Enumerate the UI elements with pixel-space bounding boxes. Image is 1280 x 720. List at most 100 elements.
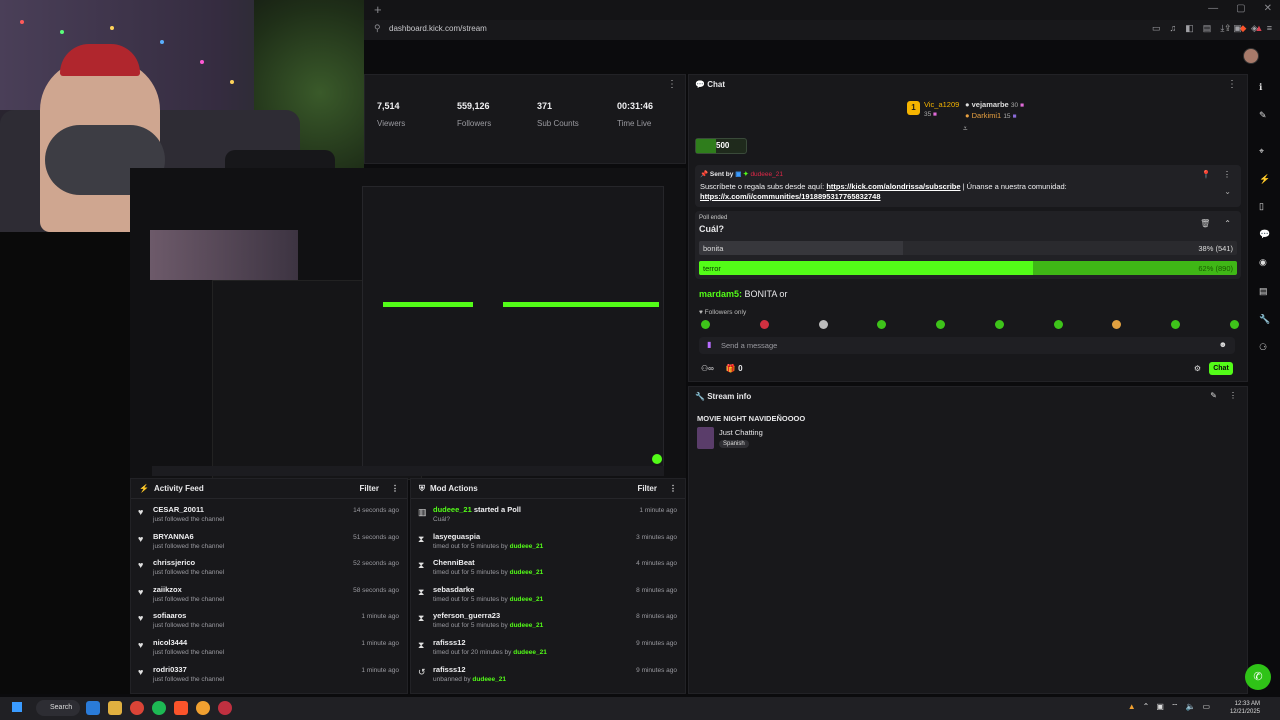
follower-name[interactable]: nicol3444 [153, 638, 187, 647]
emote-icon[interactable] [877, 320, 887, 329]
follower-name[interactable]: rodri0337 [153, 665, 187, 674]
menu-icon[interactable]: ≡ [1267, 23, 1272, 34]
chevron-down-icon[interactable]: ⌄ [1224, 187, 1231, 196]
more-icon[interactable]: ⋮ [1229, 391, 1237, 400]
pen-icon[interactable]: ✎ [1259, 110, 1267, 121]
emote-icon[interactable] [701, 320, 710, 329]
volume-icon[interactable]: 🔈 [1185, 702, 1195, 712]
tools-icon[interactable]: 🔧 [1259, 314, 1270, 325]
edit-icon[interactable]: ✎ [1210, 391, 1217, 400]
pinned-more-icon[interactable]: ⋮ [1223, 170, 1231, 179]
trash-icon[interactable]: 🗑 [1200, 219, 1210, 228]
chrome-icon[interactable] [130, 701, 144, 715]
stream-category[interactable]: Just Chatting [719, 428, 763, 437]
layout-icon[interactable]: ▤ [1259, 286, 1268, 297]
maximize-icon[interactable]: ▢ [1236, 3, 1245, 14]
new-tab-button[interactable]: + [374, 2, 382, 17]
chat-icon[interactable]: 💬 [1259, 229, 1270, 240]
user-avatar[interactable] [1243, 48, 1259, 64]
emote-icon[interactable] [936, 320, 946, 329]
tray-app-icon[interactable]: ▣ [1156, 702, 1164, 712]
battery-icon[interactable]: ▭ [1202, 702, 1210, 712]
follower-name[interactable]: BRYANNA6 [153, 532, 194, 541]
chat-fab-icon[interactable]: ✆ [1245, 664, 1271, 690]
unpin-icon[interactable]: 📍 [1201, 170, 1211, 179]
brave-icon[interactable] [174, 701, 188, 715]
emote-icon[interactable] [994, 320, 1004, 329]
reading-list-icon[interactable]: ▤ [1203, 23, 1212, 34]
mod-action-username[interactable]: dudeee_21 [433, 505, 472, 514]
mod-action-username[interactable]: lasyeguaspia [433, 532, 480, 541]
leaderboard-third[interactable]: ● Darkimi1 15 ■ [965, 111, 1017, 120]
emote-icon[interactable] [1112, 320, 1122, 329]
bolt-icon[interactable]: ⚡ [1259, 174, 1270, 185]
moderator-name[interactable]: dudeee_21 [510, 569, 544, 576]
media-icon[interactable]: ♫ [1170, 23, 1177, 34]
sub-goal-badge[interactable]: 500 [695, 138, 747, 154]
download-icon[interactable]: ⤓ [1220, 23, 1224, 34]
share-nodes-icon[interactable]: ⚆ [1259, 342, 1267, 353]
emote-icon[interactable] [818, 320, 828, 329]
follower-name[interactable]: zaiikzox [153, 585, 182, 594]
target-icon[interactable]: ⌖ [1259, 146, 1264, 157]
chat-send-button[interactable]: Chat [1209, 362, 1233, 375]
moderator-name[interactable]: dudeee_21 [510, 622, 544, 629]
minimize-icon[interactable]: — [1208, 3, 1218, 14]
mod-action-username[interactable]: ChenniBeat [433, 558, 475, 567]
subscribe-link[interactable]: https://kick.com/alondrissa/subscribe [826, 182, 960, 191]
site-info-icon[interactable]: ⚲ [374, 23, 381, 34]
moderator-name[interactable]: dudeee_21 [510, 596, 544, 603]
wifi-icon[interactable]: ⌔ [1171, 702, 1179, 712]
chat-username[interactable]: mardam5: [699, 289, 742, 299]
filter-button[interactable]: Filter [637, 484, 657, 493]
follower-name[interactable]: CESAR_20011 [153, 505, 204, 514]
mod-action-username[interactable]: sebasdarke [433, 585, 474, 594]
chevron-up-icon[interactable]: ⌃ [1224, 219, 1231, 228]
chevron-up-icon[interactable]: ⌃ [1143, 702, 1150, 712]
chat-input[interactable] [721, 339, 1201, 352]
moderator-name[interactable]: dudeee_21 [513, 649, 547, 656]
emote-icon[interactable] [759, 320, 769, 329]
mod-action-username[interactable]: yeferson_guerra23 [433, 611, 500, 620]
emote-icon[interactable] [1229, 320, 1239, 329]
mod-action-username[interactable]: rafisss12 [433, 665, 466, 674]
leaderboard-first[interactable]: Vic_a1209 [924, 100, 959, 109]
vpn-icon[interactable]: ◈ [1251, 23, 1258, 34]
close-window-icon[interactable]: ✕ [1264, 3, 1272, 14]
wallet-icon[interactable]: ▣ [1233, 23, 1242, 34]
sidebar-icon[interactable]: ◧ [1185, 23, 1194, 34]
url-text[interactable]: dashboard.kick.com/stream [389, 24, 487, 33]
file-explorer-icon[interactable] [108, 701, 122, 715]
stats-more-icon[interactable]: ⋮ [667, 79, 677, 90]
community-link[interactable]: https://x.com/i/communities/191889531776… [700, 192, 881, 201]
moderator-name[interactable]: dudeee_21 [472, 676, 506, 683]
taskbar-clock[interactable]: 12:33 AM 12/21/2025 [1230, 700, 1260, 716]
expand-leaderboard-icon[interactable]: ⩡ [963, 124, 968, 134]
info-icon[interactable]: ℹ [1259, 82, 1262, 93]
browser-app-icon[interactable] [196, 701, 210, 715]
emote-icon[interactable] [1171, 320, 1181, 329]
taskbar-search[interactable]: Search [36, 700, 80, 716]
filter-button[interactable]: Filter [359, 484, 379, 493]
phone-icon[interactable]: ▯ [1259, 201, 1264, 212]
chat-settings-icon[interactable]: ⚙ [1194, 364, 1201, 373]
chat-users-icon[interactable]: ⚇∞ [701, 364, 714, 373]
moderator-name[interactable]: dudeee_21 [510, 543, 544, 550]
windows-start-icon[interactable] [12, 702, 22, 712]
mod-action-username[interactable]: rafisss12 [433, 638, 466, 647]
cast-icon[interactable]: ▭ [1152, 23, 1161, 34]
follower-name[interactable]: sofiaaros [153, 611, 186, 620]
leaderboard-second[interactable]: ● vejamarbe 30 ■ [965, 100, 1024, 109]
more-icon[interactable]: ⋮ [669, 484, 677, 493]
spotify-icon[interactable] [152, 701, 166, 715]
gift-counter[interactable]: 🎁 0 [726, 364, 743, 373]
broadcast-icon[interactable]: ◉ [1259, 257, 1267, 268]
emoji-icon[interactable]: ☻ [1219, 340, 1227, 349]
obs-icon[interactable] [218, 701, 232, 715]
chat-more-icon[interactable]: ⋮ [1227, 79, 1237, 90]
pinned-sender-name[interactable]: dudeee_21 [750, 171, 783, 178]
emote-icon[interactable] [1053, 320, 1063, 329]
more-icon[interactable]: ⋮ [391, 484, 399, 493]
follower-name[interactable]: chrissjerico [153, 558, 195, 567]
microphone-icon[interactable]: ▮ [707, 340, 711, 349]
